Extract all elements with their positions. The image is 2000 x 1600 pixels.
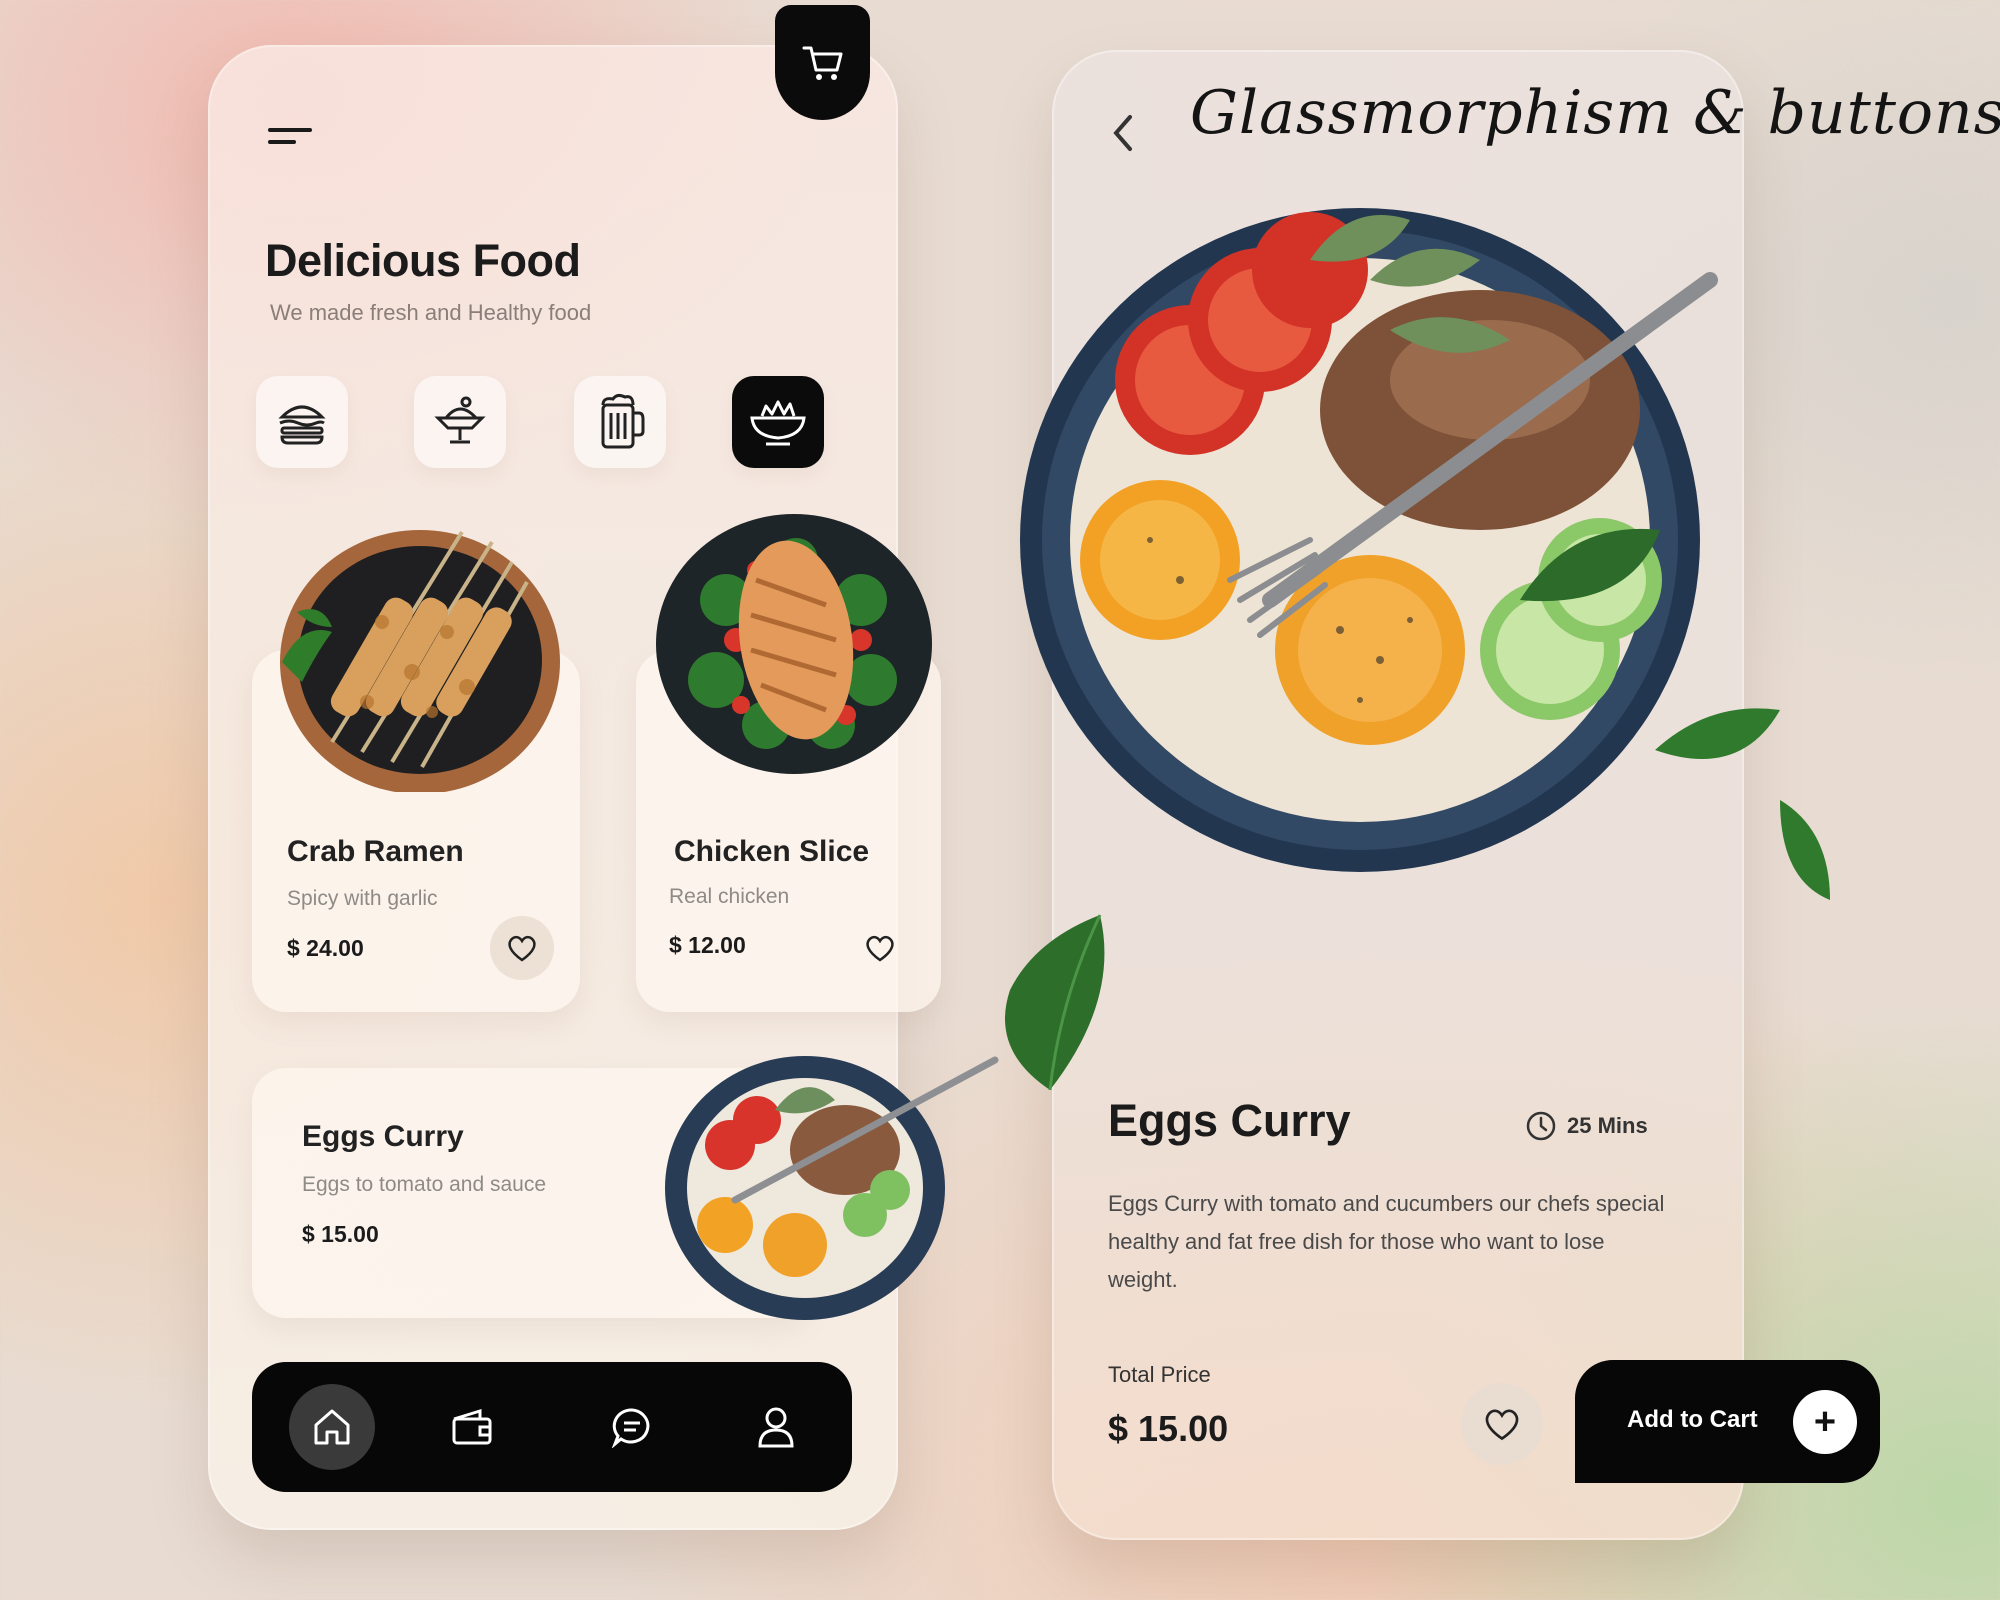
salad-bowl-icon — [750, 400, 806, 446]
crab-ramen-image — [280, 530, 560, 792]
burger-icon — [278, 405, 326, 445]
detail-title: Eggs Curry — [1108, 1095, 1351, 1146]
food-card-price: $ 24.00 — [287, 935, 364, 961]
spinach-leaf-image — [1005, 914, 1105, 1091]
eggs-curry-hero-image — [1020, 208, 1830, 900]
cart-button[interactable] — [775, 5, 870, 120]
eggs-curry-thumbnail — [665, 1056, 999, 1320]
prep-time: 25 Mins — [1525, 1110, 1648, 1142]
favorite-button[interactable] — [490, 916, 554, 980]
clock-icon — [1526, 1111, 1556, 1141]
chevron-left-icon — [1113, 115, 1132, 151]
add-to-cart-label: Add to Cart — [1627, 1406, 1758, 1433]
category-burger[interactable] — [256, 376, 348, 468]
banner-title: Glassmorphism & buttons — [1190, 78, 2000, 148]
favorite-button[interactable] — [848, 916, 912, 980]
category-drinks[interactable] — [574, 376, 666, 468]
prep-time-text: 25 Mins — [1567, 1113, 1648, 1138]
plus-icon: + — [1793, 1390, 1857, 1454]
food-card-name: Chicken Slice — [674, 835, 870, 868]
total-price-value: $ 15.00 — [1108, 1408, 1229, 1449]
category-dessert[interactable] — [414, 376, 506, 468]
nav-chat[interactable] — [589, 1384, 675, 1470]
wallet-icon — [452, 1408, 492, 1445]
nav-profile[interactable] — [733, 1384, 819, 1470]
beer-mug-icon — [601, 393, 645, 449]
category-salad[interactable] — [732, 376, 824, 468]
bottom-navbar — [252, 1362, 852, 1492]
food-card-name: Eggs Curry — [302, 1120, 464, 1153]
heart-icon — [508, 935, 536, 962]
add-to-cart-button[interactable]: Add to Cart + — [1575, 1360, 1880, 1483]
total-price-label: Total Price — [1108, 1362, 1211, 1387]
user-icon — [758, 1407, 794, 1448]
food-card-desc: Spicy with garlic — [287, 887, 438, 910]
food-card-price: $ 12.00 — [669, 932, 746, 958]
food-card-name: Crab Ramen — [287, 835, 464, 868]
page-subtitle: We made fresh and Healthy food — [270, 300, 592, 325]
heart-icon — [1485, 1409, 1519, 1441]
cart-icon — [802, 46, 842, 80]
page-title: Delicious Food — [265, 235, 581, 286]
food-card-desc: Real chicken — [669, 885, 790, 908]
hamburger-menu-icon[interactable] — [268, 128, 312, 150]
dessert-icon — [434, 396, 486, 444]
detail-description: Eggs Curry with tomato and cucumbers our… — [1108, 1191, 1665, 1292]
nav-wallet[interactable] — [429, 1384, 515, 1470]
chicken-slice-image — [656, 514, 932, 774]
chat-icon — [611, 1408, 650, 1448]
food-card-desc: Eggs to tomato and sauce — [302, 1173, 546, 1196]
back-button[interactable] — [1102, 108, 1142, 158]
food-card-price: $ 15.00 — [302, 1221, 379, 1247]
home-icon — [314, 1409, 350, 1445]
nav-home[interactable] — [289, 1384, 375, 1470]
heart-icon — [866, 935, 894, 962]
favorite-button[interactable] — [1461, 1383, 1543, 1465]
